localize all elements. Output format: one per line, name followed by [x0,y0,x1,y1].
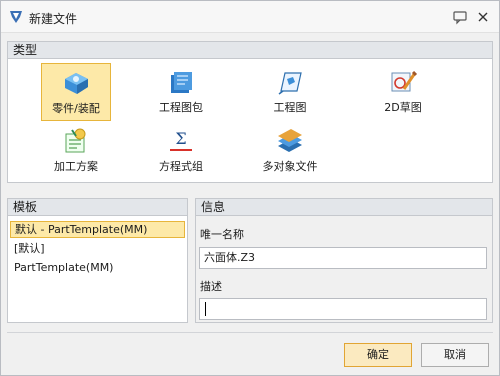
template-list: 默认 - PartTemplate(MM) [默认] PartTemplate(… [7,215,188,323]
type-label: 加工方案 [54,160,98,173]
info-panel: 唯一名称 六面体.Z3 描述 [195,215,493,323]
part-assembly-icon [65,73,88,94]
cancel-button[interactable]: 取消 [421,343,489,367]
type-machining-plan[interactable]: 加工方案 [41,122,111,180]
type-2d-sketch[interactable]: 2D草图 [368,63,438,121]
type-drawing[interactable]: 工程图 [255,63,325,121]
new-file-dialog: 新建文件 类型 零件/装配 工程图包 工程图 2D草图 加工方案 Σ 方程式组 … [0,0,500,376]
description-field[interactable] [199,298,487,320]
type-label: 工程图包 [159,101,203,114]
type-section-header: 类型 [7,41,493,59]
description-label: 描述 [200,280,222,293]
type-label: 2D草图 [384,101,422,114]
title-bar: 新建文件 [1,1,499,33]
type-multi-object-file[interactable]: 多对象文件 [255,122,325,180]
window-title: 新建文件 [29,12,78,26]
machining-plan-icon [65,128,86,153]
template-item[interactable]: PartTemplate(MM) [10,259,185,276]
drawing-icon [278,72,302,95]
template-item[interactable]: [默认] [10,240,185,257]
type-label: 方程式组 [159,160,203,173]
text-caret [205,302,206,316]
template-section-header: 模板 [7,198,188,216]
type-label: 多对象文件 [262,160,318,173]
sketch-2d-icon [391,70,418,92]
type-drawing-package[interactable]: 工程图包 [146,63,216,121]
ok-button[interactable]: 确定 [344,343,412,367]
multi-object-file-icon [278,129,302,152]
drawing-package-icon [171,72,192,93]
info-section-header: 信息 [195,198,493,216]
type-label: 工程图 [273,101,307,114]
type-label: 零件/装配 [52,102,100,115]
app-logo-icon [10,11,22,23]
type-part-assembly[interactable]: 零件/装配 [41,63,111,121]
footer-divider [7,332,493,333]
close-icon[interactable] [475,9,491,25]
template-item[interactable]: 默认 - PartTemplate(MM) [10,221,185,238]
svg-text:Σ: Σ [175,129,186,148]
type-grid: 零件/装配 工程图包 工程图 2D草图 加工方案 Σ 方程式组 多对象文件 [7,58,493,183]
help-chat-icon[interactable] [452,9,468,25]
unique-name-field[interactable]: 六面体.Z3 [199,247,487,269]
type-equation-set[interactable]: Σ 方程式组 [146,122,216,180]
unique-name-label: 唯一名称 [200,228,244,241]
equation-set-icon: Σ [170,129,192,151]
